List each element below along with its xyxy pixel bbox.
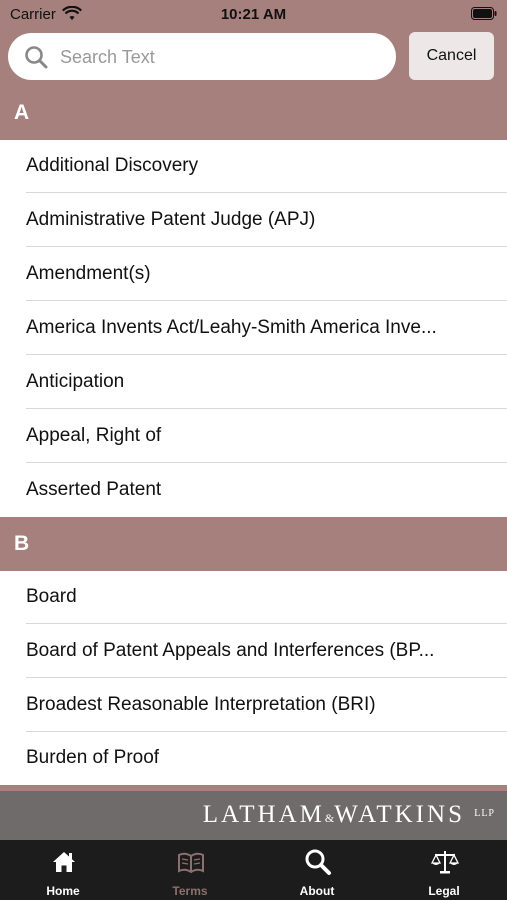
cancel-button[interactable]: Cancel [409,32,494,80]
list-item[interactable]: Additional Discovery [0,140,507,193]
tab-bar: Home Terms About Legal [0,840,507,900]
row-divider [26,677,507,678]
tab-label: Home [46,884,80,898]
list-item[interactable]: Asserted Patent [0,464,507,517]
tab-about[interactable]: About [254,840,380,900]
row-divider [26,300,507,301]
tab-home[interactable]: Home [0,840,126,900]
row-divider [26,623,507,624]
section-header-b: B [0,517,507,571]
term-label: Board [26,586,77,607]
status-bar: Carrier 10:21 AM [0,0,507,28]
search-field[interactable] [8,33,396,80]
term-label: Board of Patent Appeals and Interference… [26,640,435,661]
term-label: Burden of Proof [26,747,160,768]
list-item[interactable]: Administrative Patent Judge (APJ) [0,194,507,247]
section-header-a: A [0,86,507,140]
term-label: Asserted Patent [26,479,162,500]
tab-label: Legal [428,884,460,898]
term-label: Additional Discovery [26,155,199,176]
tab-legal[interactable]: Legal [381,840,507,900]
term-label: Amendment(s) [26,263,151,284]
search-bar: Cancel [0,28,507,86]
row-divider [26,354,507,355]
list-item[interactable]: Board of Patent Appeals and Interference… [0,625,507,678]
tab-label: Terms [172,884,208,898]
term-label: Appeal, Right of [26,425,162,446]
row-divider [26,408,507,409]
term-label: Anticipation [26,371,125,392]
clock: 10:21 AM [220,6,287,23]
section-letter: B [14,532,30,555]
tab-label: About [299,884,335,898]
book-icon [178,852,204,874]
search-input[interactable] [58,42,382,72]
row-divider [26,462,507,463]
search-icon [305,849,331,875]
list-item[interactable]: Anticipation [0,356,507,409]
scales-icon [431,851,459,874]
list-item[interactable]: Burden of Proof [0,732,507,785]
battery-icon [471,7,497,20]
row-divider [26,192,507,193]
term-label: Broadest Reasonable Interpretation (BRI) [26,694,376,715]
term-label: Administrative Patent Judge (APJ) [26,209,316,230]
section-letter: A [14,101,30,124]
term-label: America Invents Act/Leahy-Smith America … [26,317,437,338]
list-item[interactable]: America Invents Act/Leahy-Smith America … [0,302,507,355]
list-item[interactable]: Appeal, Right of [0,410,507,463]
search-icon [25,46,48,69]
row-divider [26,246,507,247]
latham-watkins-logo: LATHAM&WATKINS LLP [202,801,495,828]
list-item[interactable]: Broadest Reasonable Interpretation (BRI) [0,679,507,732]
list-item[interactable]: Amendment(s) [0,248,507,301]
home-icon [53,852,75,872]
tab-terms[interactable]: Terms [127,840,253,900]
brand-bar: LATHAM&WATKINS LLP [0,791,507,840]
list-item[interactable]: Board [0,571,507,624]
